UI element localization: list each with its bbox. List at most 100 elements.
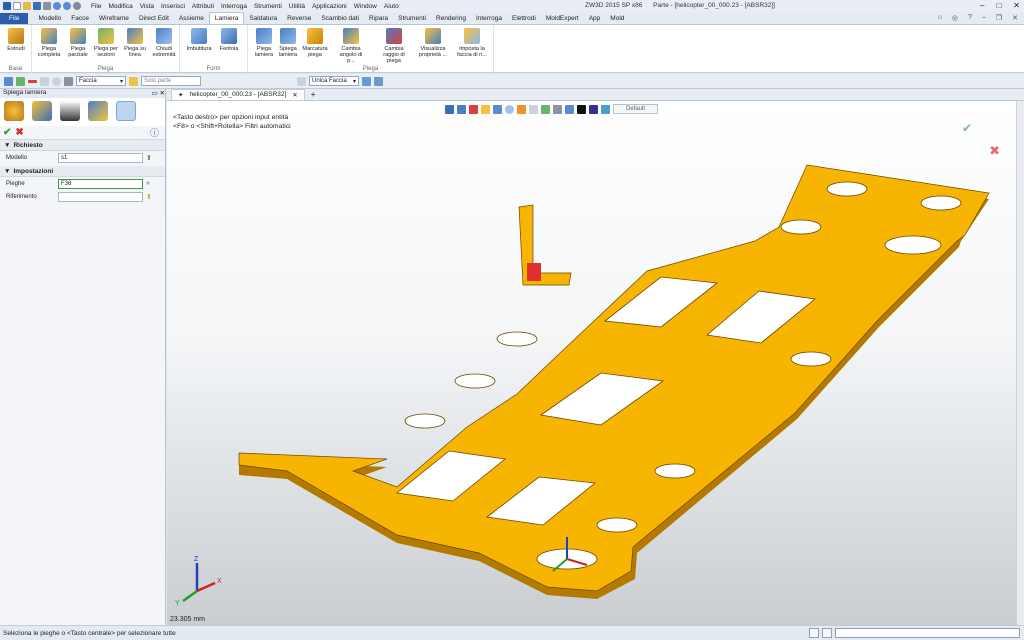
tab-scambio-dati[interactable]: Scambio dati: [316, 13, 364, 24]
hole-7[interactable]: [454, 373, 496, 389]
box-icon[interactable]: [40, 76, 49, 86]
minimize-icon[interactable]: –: [980, 1, 984, 10]
settings-gear-icon[interactable]: [73, 2, 81, 10]
hole-8[interactable]: [404, 413, 446, 429]
close-tab-icon[interactable]: ✕: [292, 91, 297, 99]
close-doc-icon[interactable]: ✕: [1012, 14, 1018, 22]
maximize-icon[interactable]: □: [996, 1, 1001, 10]
tab-direct-edit[interactable]: Direct Edit: [134, 13, 174, 24]
info-icon[interactable]: ⓘ: [150, 126, 159, 139]
sheet-metal-part[interactable]: Z X Y: [167, 101, 1016, 625]
menu-interroga[interactable]: Interroga: [221, 3, 247, 10]
hole-4[interactable]: [884, 235, 942, 255]
chiudi-estremita-button[interactable]: Chiudi estremità: [149, 28, 179, 58]
menu-attributi[interactable]: Attributi: [192, 3, 214, 10]
document-tab[interactable]: ✦ helicopter_00_000.23 - [ABSR32] ✕: [171, 89, 305, 100]
tab-elettrodi[interactable]: Elettrodi: [507, 13, 541, 24]
tab-saldatura[interactable]: Saldatura: [244, 13, 282, 24]
menu-file[interactable]: File: [91, 3, 101, 10]
viewport-scrollbar[interactable]: [1016, 101, 1024, 625]
tab-lamiera[interactable]: Lamiera: [208, 12, 245, 24]
imbutitura-button[interactable]: Imbutitura: [184, 28, 214, 52]
pieghe-field[interactable]: F36: [58, 178, 143, 189]
pick-filter-2-icon[interactable]: [374, 76, 383, 86]
redo-icon[interactable]: [63, 2, 71, 10]
expand-icon[interactable]: »: [146, 180, 150, 187]
cursor-icon[interactable]: [64, 76, 73, 86]
tab-strumenti[interactable]: Strumenti: [393, 13, 431, 24]
tab-mold[interactable]: Mold: [605, 13, 629, 24]
section-settings[interactable]: ▼ Impostazioni: [0, 166, 165, 177]
modello-field[interactable]: s1: [58, 152, 143, 163]
menu-utilita[interactable]: Utilità: [289, 3, 305, 10]
home-icon[interactable]: ⌂: [938, 14, 942, 22]
cap-icon[interactable]: [88, 101, 108, 121]
feritoia-button[interactable]: Feritoia: [214, 28, 244, 52]
hole-10[interactable]: [596, 517, 638, 533]
hole-5[interactable]: [790, 351, 832, 367]
hole-1[interactable]: [826, 181, 868, 197]
hole-2[interactable]: [920, 195, 962, 211]
piega-per-sezioni-button[interactable]: Piega per sezioni: [91, 28, 121, 58]
flange-tab[interactable]: [518, 204, 572, 286]
imposta-faccia-button[interactable]: Imposta la faccia di ri...: [454, 28, 490, 58]
new-tab-icon[interactable]: +: [305, 89, 322, 100]
command-input[interactable]: [835, 628, 1020, 638]
menu-applicazioni[interactable]: Applicazioni: [312, 3, 347, 10]
tab-reverse[interactable]: Reverse: [282, 13, 316, 24]
spiega-lamiera-button[interactable]: Spiega lamiera: [273, 28, 303, 58]
help-icon[interactable]: ?: [968, 14, 972, 22]
new-file-icon[interactable]: [13, 2, 21, 10]
tab-ripara[interactable]: Ripara: [364, 13, 393, 24]
close-icon[interactable]: ✕: [1013, 1, 1020, 10]
piega-parziale-button[interactable]: Piega parziale: [63, 28, 93, 58]
sheet-props-icon[interactable]: [4, 101, 24, 121]
hole-6[interactable]: [496, 331, 538, 347]
menu-strumenti[interactable]: Strumenti: [254, 3, 282, 10]
menu-window[interactable]: Window: [354, 3, 377, 10]
globe-icon[interactable]: ◎: [952, 14, 958, 22]
save-icon[interactable]: [33, 2, 41, 10]
riferimento-field[interactable]: [58, 191, 143, 202]
tab-rendering[interactable]: Rendering: [431, 13, 471, 24]
minus-icon[interactable]: [28, 79, 37, 83]
selected-bend[interactable]: [527, 263, 541, 281]
glasses-icon[interactable]: [60, 101, 80, 121]
piega-completa-button[interactable]: Piega completa: [34, 28, 64, 58]
ok-icon[interactable]: ✔: [3, 127, 11, 138]
open-file-icon[interactable]: [23, 2, 31, 10]
unfold-tool-icon[interactable]: [116, 101, 136, 121]
tab-file[interactable]: File: [0, 13, 29, 24]
snap-toggle-icon[interactable]: [822, 628, 832, 638]
solo-part-select[interactable]: Solo parte: [141, 76, 201, 86]
circle-icon[interactable]: [52, 76, 61, 86]
estrudi-button[interactable]: Estrudi: [1, 28, 31, 52]
tab-modello[interactable]: Modello: [33, 13, 66, 24]
pick-arrow-icon[interactable]: ⬆: [146, 193, 152, 201]
face-filter-icon[interactable]: [297, 76, 306, 86]
3d-viewport[interactable]: <Tasto destro> per opzioni input entità <…: [167, 101, 1016, 625]
section-required[interactable]: ▼ Richiesto: [0, 140, 165, 151]
tab-moldexpert[interactable]: MoldExpert: [541, 13, 584, 24]
tab-facce[interactable]: Facce: [66, 13, 94, 24]
marcatura-piega-button[interactable]: Marcatura piega: [300, 28, 330, 58]
tab-interroga[interactable]: Interroga: [471, 13, 507, 24]
menu-modifica[interactable]: Modifica: [108, 3, 132, 10]
tab-assieme[interactable]: Assieme: [174, 13, 209, 24]
undo-icon[interactable]: [53, 2, 61, 10]
solo-part-icon[interactable]: [129, 76, 138, 86]
cambia-raggio-button[interactable]: Cambia raggio di piega: [376, 28, 412, 64]
panel-pin-close-icon[interactable]: ▭ ✕: [152, 89, 165, 98]
menu-aiuto[interactable]: Aiuto: [384, 3, 399, 10]
arrow-icon[interactable]: [16, 76, 25, 86]
hole-9[interactable]: [654, 463, 696, 479]
face-mode-select[interactable]: Unica Faccia ▾: [309, 76, 359, 86]
bend-tool-icon[interactable]: [32, 101, 52, 121]
cancel-icon[interactable]: ✖: [15, 127, 23, 138]
restore-icon[interactable]: ❐: [996, 14, 1002, 22]
minimize-ribbon-icon[interactable]: –: [982, 14, 986, 22]
menu-vista[interactable]: Vista: [140, 3, 154, 10]
pick-icon[interactable]: [4, 76, 13, 86]
hole-3[interactable]: [780, 219, 822, 235]
piega-su-linea-button[interactable]: Piega su linea: [120, 28, 150, 58]
